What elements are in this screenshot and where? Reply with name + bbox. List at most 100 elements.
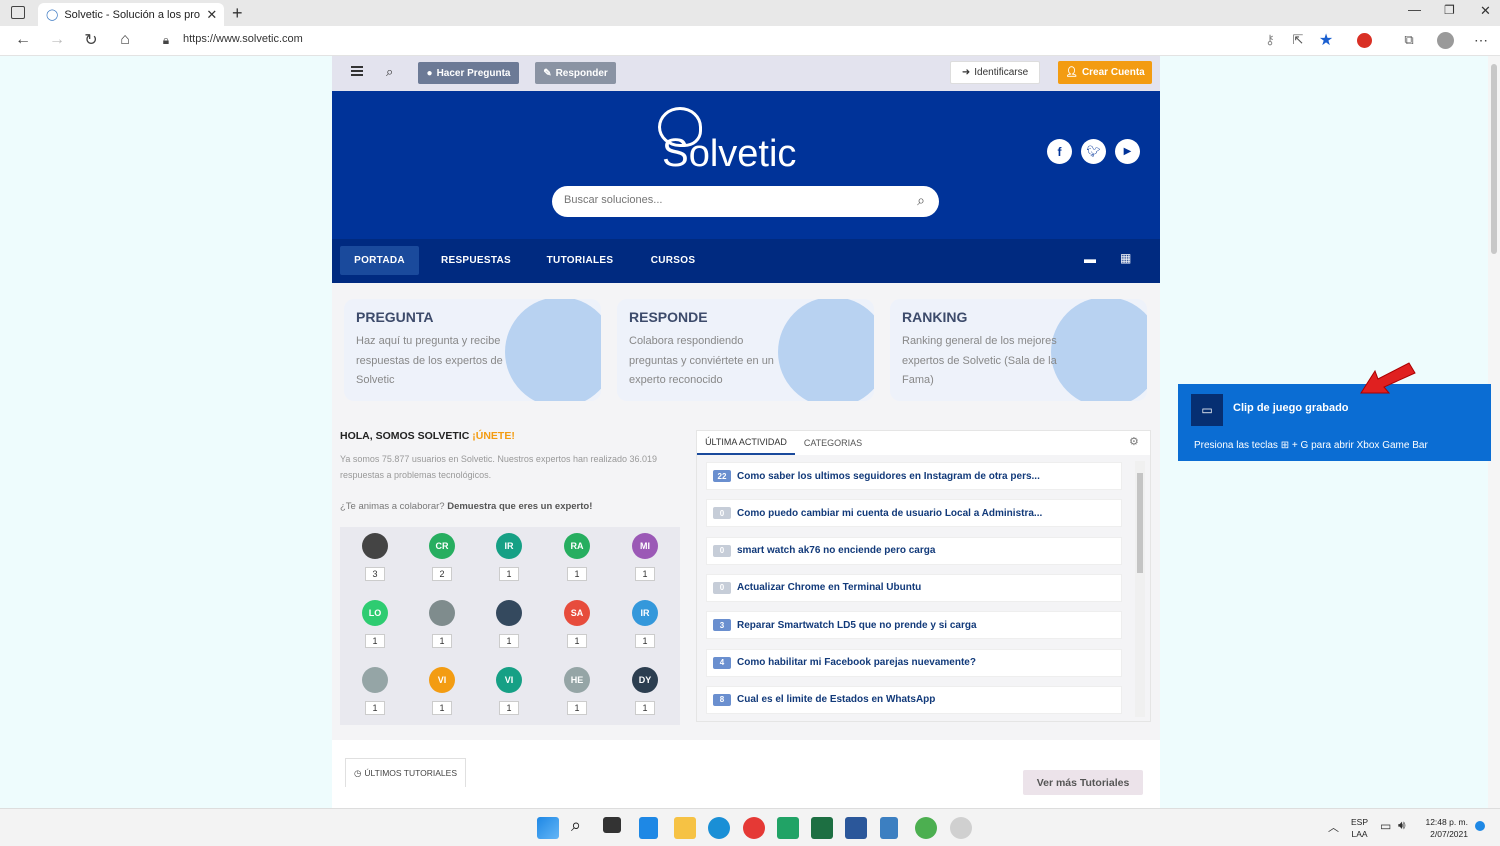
- answer-button[interactable]: ✎ Responder: [535, 62, 616, 84]
- more-tutorials-button[interactable]: Ver más Tutoriales: [1023, 770, 1143, 795]
- notification-badge-icon[interactable]: [1475, 821, 1485, 831]
- start-icon[interactable]: [537, 817, 559, 839]
- expert-avatar[interactable]: VI: [429, 667, 455, 693]
- excel-icon[interactable]: [811, 817, 833, 839]
- activity-item[interactable]: 4 Como habilitar mi Facebook parejas nuev…: [706, 648, 1122, 677]
- nav-portada[interactable]: PORTADA: [340, 246, 419, 275]
- language-indicator[interactable]: ESP LAA: [1351, 816, 1368, 840]
- clock[interactable]: 12:48 p. m. 2/07/2021: [1420, 816, 1468, 840]
- tray-chevron-icon[interactable]: ︿: [1328, 819, 1339, 835]
- edge-icon[interactable]: [708, 817, 730, 839]
- tutorials-tab-label: ÚLTIMOS TUTORIALES: [364, 768, 457, 778]
- key-icon[interactable]: ⚷: [1259, 29, 1281, 51]
- activity-item[interactable]: 0 Como puedo cambiar mi cuenta de usuario…: [706, 499, 1122, 528]
- snipping-tool-icon[interactable]: [950, 817, 972, 839]
- tab-ultimos-tutoriales[interactable]: ◷ ÚLTIMOS TUTORIALES: [345, 758, 466, 787]
- expert-count: 1: [567, 634, 587, 648]
- expert-avatar[interactable]: MI: [632, 533, 658, 559]
- cta-link[interactable]: Demuestra que eres un experto!: [447, 501, 592, 512]
- game-clip-notification[interactable]: ▭ Clip de juego grabado Presiona las tec…: [1178, 384, 1491, 461]
- expert-avatar[interactable]: IR: [496, 533, 522, 559]
- tab-categorias[interactable]: CATEGORIAS: [800, 431, 866, 455]
- restore-icon[interactable]: ❐: [1444, 3, 1455, 17]
- site-search-icon[interactable]: ⌕: [917, 192, 925, 209]
- chrome-profile-icon[interactable]: [915, 817, 937, 839]
- tab-actions-icon[interactable]: [11, 6, 25, 19]
- notepad-icon[interactable]: [880, 817, 898, 839]
- activity-item[interactable]: 0 Actualizar Chrome en Terminal Ubuntu: [706, 573, 1122, 602]
- expert-avatar[interactable]: DY: [632, 667, 658, 693]
- forward-icon[interactable]: →: [46, 29, 68, 51]
- close-tab-icon[interactable]: ✕: [206, 7, 217, 23]
- hamburger-menu-icon[interactable]: [351, 66, 363, 76]
- settings-gear-icon[interactable]: ⚙: [1129, 435, 1139, 448]
- search-icon[interactable]: ⌕: [386, 64, 393, 80]
- login-button[interactable]: ➜ Identificarse: [950, 61, 1040, 84]
- expert-avatar[interactable]: LO: [362, 600, 388, 626]
- tab-ultima-actividad[interactable]: ÚLTIMA ACTIVIDAD: [697, 431, 795, 455]
- expert-avatar[interactable]: SA: [564, 600, 590, 626]
- task-view-icon[interactable]: [603, 817, 621, 833]
- activity-title: Cual es el limite de Estados en WhatsApp: [737, 694, 936, 706]
- activity-item[interactable]: 3 Reparar Smartwatch LD5 que no prende y …: [706, 611, 1122, 640]
- favorite-star-icon[interactable]: ★: [1315, 29, 1337, 51]
- lock-icon[interactable]: 🔒︎: [155, 29, 177, 51]
- url-field[interactable]: https://www.solvetic.com: [183, 33, 303, 45]
- nav-cursos[interactable]: CURSOS: [638, 246, 708, 275]
- close-window-icon[interactable]: ✕: [1480, 3, 1491, 19]
- ask-question-button[interactable]: ● Hacer Pregunta: [418, 62, 519, 84]
- expert-avatar[interactable]: [362, 533, 388, 559]
- folder-icon[interactable]: ▬: [1084, 252, 1096, 266]
- collections-icon[interactable]: ⧉: [1398, 29, 1420, 51]
- login-label: Identificarse: [974, 67, 1029, 78]
- file-explorer-icon[interactable]: [674, 817, 696, 839]
- minimize-icon[interactable]: —: [1408, 2, 1421, 17]
- profile-avatar[interactable]: [1437, 32, 1454, 49]
- back-icon[interactable]: ←: [12, 29, 34, 51]
- activity-scrollbar[interactable]: [1135, 461, 1145, 717]
- pencil-icon: [778, 299, 874, 401]
- expert-avatar[interactable]: IR: [632, 600, 658, 626]
- twitter-icon[interactable]: 🐦︎: [1081, 139, 1106, 164]
- camtasia-icon[interactable]: [777, 817, 799, 839]
- notification-text: Presiona las teclas ⊞ + G para abrir Xbo…: [1194, 440, 1428, 451]
- taskbar-search-icon[interactable]: ⌕: [571, 815, 581, 836]
- refresh-icon[interactable]: ↻: [80, 29, 102, 51]
- expert-avatar[interactable]: HE: [564, 667, 590, 693]
- activity-item[interactable]: 8 Cual es el limite de Estados en WhatsAp…: [706, 685, 1122, 714]
- network-icon[interactable]: ▭: [1380, 819, 1391, 833]
- expert-avatar[interactable]: [429, 600, 455, 626]
- logo[interactable]: Solvetic: [662, 131, 796, 176]
- extension-icon[interactable]: [1357, 33, 1372, 48]
- card-responde[interactable]: RESPONDE Colabora respondiendo preguntas…: [617, 299, 874, 401]
- word-icon[interactable]: [845, 817, 867, 839]
- card-pregunta[interactable]: PREGUNTA Haz aquí tu pregunta y recibe r…: [344, 299, 601, 401]
- facebook-icon[interactable]: f: [1047, 139, 1072, 164]
- join-link[interactable]: ¡ÚNETE!: [472, 430, 515, 442]
- expert-count: 1: [635, 567, 655, 581]
- chrome-icon[interactable]: [743, 817, 765, 839]
- expert-avatar[interactable]: [496, 600, 522, 626]
- nav-tutoriales[interactable]: TUTORIALES: [536, 246, 624, 275]
- site-search-input[interactable]: [564, 194, 884, 206]
- card-ranking[interactable]: RANKING Ranking general de los mejores e…: [890, 299, 1147, 401]
- home-icon[interactable]: ⌂: [114, 29, 136, 51]
- question-bubble-icon: [505, 299, 601, 401]
- nav-respuestas[interactable]: RESPUESTAS: [432, 246, 520, 275]
- calendar-icon[interactable]: ▦: [1120, 251, 1131, 265]
- site-search-box[interactable]: ⌕: [552, 186, 939, 217]
- browser-tab[interactable]: ◯ Solvetic - Solución a los problem ✕: [38, 3, 224, 26]
- activity-item[interactable]: 0 smart watch ak76 no enciende pero carga: [706, 536, 1122, 565]
- activity-item[interactable]: 22 Como saber los ultimos seguidores en I…: [706, 462, 1122, 490]
- expert-avatar[interactable]: CR: [429, 533, 455, 559]
- expert-avatar[interactable]: VI: [496, 667, 522, 693]
- volume-icon[interactable]: 🔊︎: [1398, 818, 1406, 833]
- signup-button[interactable]: 👤︎ Crear Cuenta: [1058, 61, 1152, 84]
- share-icon[interactable]: ⇱: [1287, 29, 1309, 51]
- new-tab-icon[interactable]: +: [232, 3, 243, 24]
- widgets-icon[interactable]: [639, 817, 658, 839]
- youtube-icon[interactable]: ▶: [1115, 139, 1140, 164]
- expert-avatar[interactable]: [362, 667, 388, 693]
- expert-avatar[interactable]: RA: [564, 533, 590, 559]
- more-menu-icon[interactable]: ⋯: [1470, 29, 1492, 51]
